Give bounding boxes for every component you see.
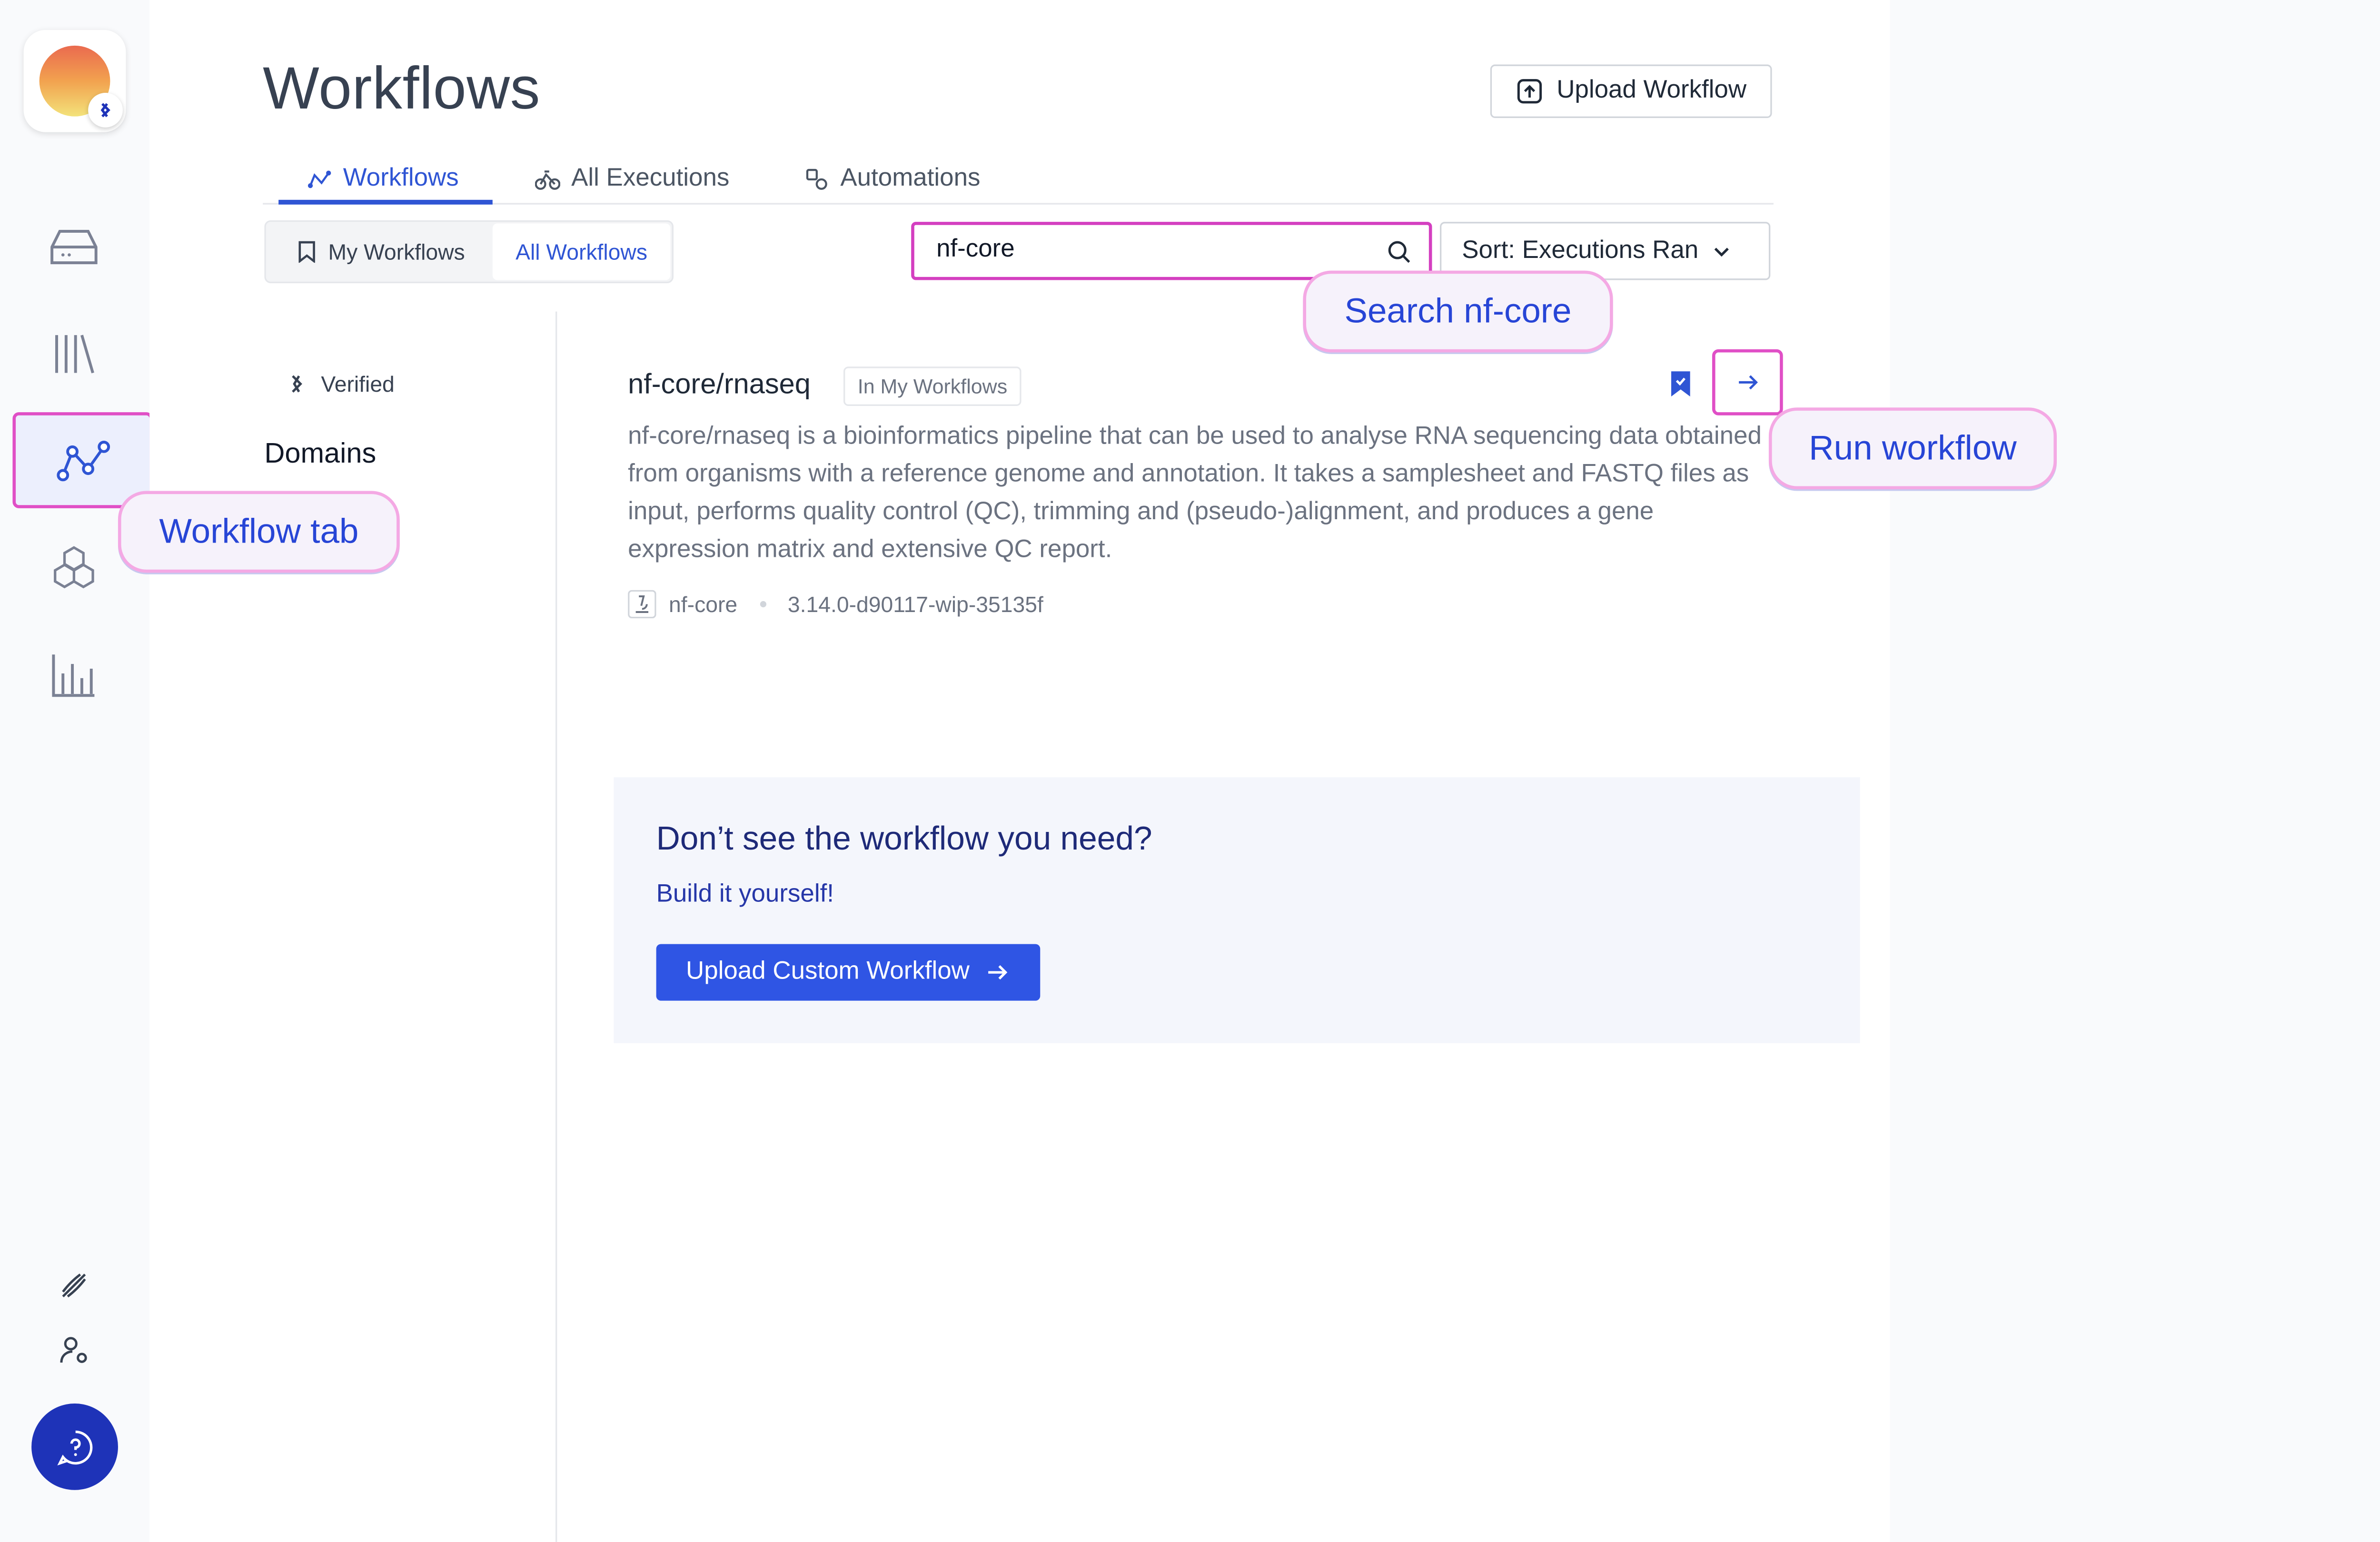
domains-heading: Domains [264, 437, 377, 469]
facet-divider [555, 311, 557, 1542]
help-chat-icon [56, 1430, 92, 1465]
tab-all-executions[interactable]: All Executions [535, 154, 729, 205]
arrow-right-icon [1738, 375, 1757, 390]
bookmark-icon [298, 241, 315, 263]
workflow-title[interactable]: nf-core/rnaseq [628, 368, 811, 401]
library-icon [55, 335, 94, 374]
my-workflows-label: My Workflows [328, 239, 465, 265]
workflow-version: 3.14.0-d90117-wip-35135f [787, 592, 1043, 617]
callout-workflow-tab: Workflow tab [118, 491, 400, 573]
callout-search: Search nf-core [1303, 270, 1613, 353]
sort-label: Sort: Executions Ran [1462, 237, 1699, 264]
bar-chart-icon [52, 654, 95, 697]
drive-icon [50, 230, 98, 265]
sidebar-item-library[interactable] [27, 315, 121, 393]
bookmark-filled-icon [1671, 371, 1690, 397]
automation-icon [806, 168, 827, 190]
sidebar-item-workflows[interactable] [12, 412, 153, 508]
upload-workflow-label: Upload Workflow [1557, 77, 1747, 104]
help-chat-button[interactable] [31, 1403, 118, 1490]
run-workflow-button[interactable] [1712, 349, 1783, 415]
tab-automations[interactable]: Automations [804, 154, 980, 205]
upload-custom-workflow-label: Upload Custom Workflow [686, 958, 970, 985]
arrow-right-icon [988, 965, 1008, 980]
search-input-value: nf-core [936, 236, 1015, 263]
chevron-down-icon [1715, 247, 1729, 256]
sidebar-item-analytics[interactable] [27, 636, 121, 714]
verified-filter[interactable]: Verified [287, 371, 395, 396]
upload-icon [1517, 79, 1542, 104]
verified-label: Verified [321, 371, 395, 397]
callout-run-workflow: Run workflow [1768, 407, 2057, 490]
app-logo[interactable] [23, 30, 126, 132]
workflow-icon [307, 170, 331, 188]
workflow-meta: nf-core 3.14.0-d90117-wip-35135f [628, 590, 1043, 619]
tab-workflows-label: Workflows [343, 165, 459, 192]
all-workflows-button[interactable]: All Workflows [492, 223, 671, 280]
workflow-description: nf-core/rnaseq is a bioinformatics pipel… [628, 423, 1762, 563]
cta-subtext: Build it yourself! [656, 881, 834, 908]
tab-automations-label: Automations [840, 165, 981, 192]
upload-custom-workflow-button[interactable]: Upload Custom Workflow [656, 944, 1041, 1001]
sidebar-item-account[interactable] [27, 1311, 121, 1389]
sidebar-item-drive[interactable] [27, 208, 121, 286]
workflow-icon [56, 440, 109, 481]
workflow-author: nf-core [669, 592, 738, 617]
in-my-workflows-chip: In My Workflows [843, 366, 1021, 406]
hexagons-icon [54, 546, 94, 589]
bike-icon [535, 170, 560, 190]
custom-workflow-cta [614, 777, 1860, 1043]
user-settings-icon [60, 1337, 87, 1363]
tab-workflows[interactable]: Workflows [307, 154, 459, 205]
search-icon[interactable] [1387, 239, 1412, 265]
all-workflows-label: All Workflows [516, 239, 648, 265]
meta-separator-dot [759, 601, 766, 608]
active-tab-indicator [278, 199, 493, 205]
bookmark-button[interactable] [1668, 370, 1693, 398]
verified-badge-icon [88, 93, 123, 128]
sidebar-item-components[interactable] [27, 529, 121, 607]
dna-icon [62, 1273, 86, 1298]
tab-all-executions-label: All Executions [571, 165, 730, 192]
cta-heading: Don’t see the workflow you need? [656, 821, 1152, 858]
my-workflows-button[interactable]: My Workflows [271, 225, 491, 278]
microscope-icon [628, 590, 656, 619]
page-title: Workflows [263, 57, 541, 123]
upload-workflow-button[interactable]: Upload Workflow [1490, 64, 1772, 118]
verified-icon [292, 375, 302, 393]
